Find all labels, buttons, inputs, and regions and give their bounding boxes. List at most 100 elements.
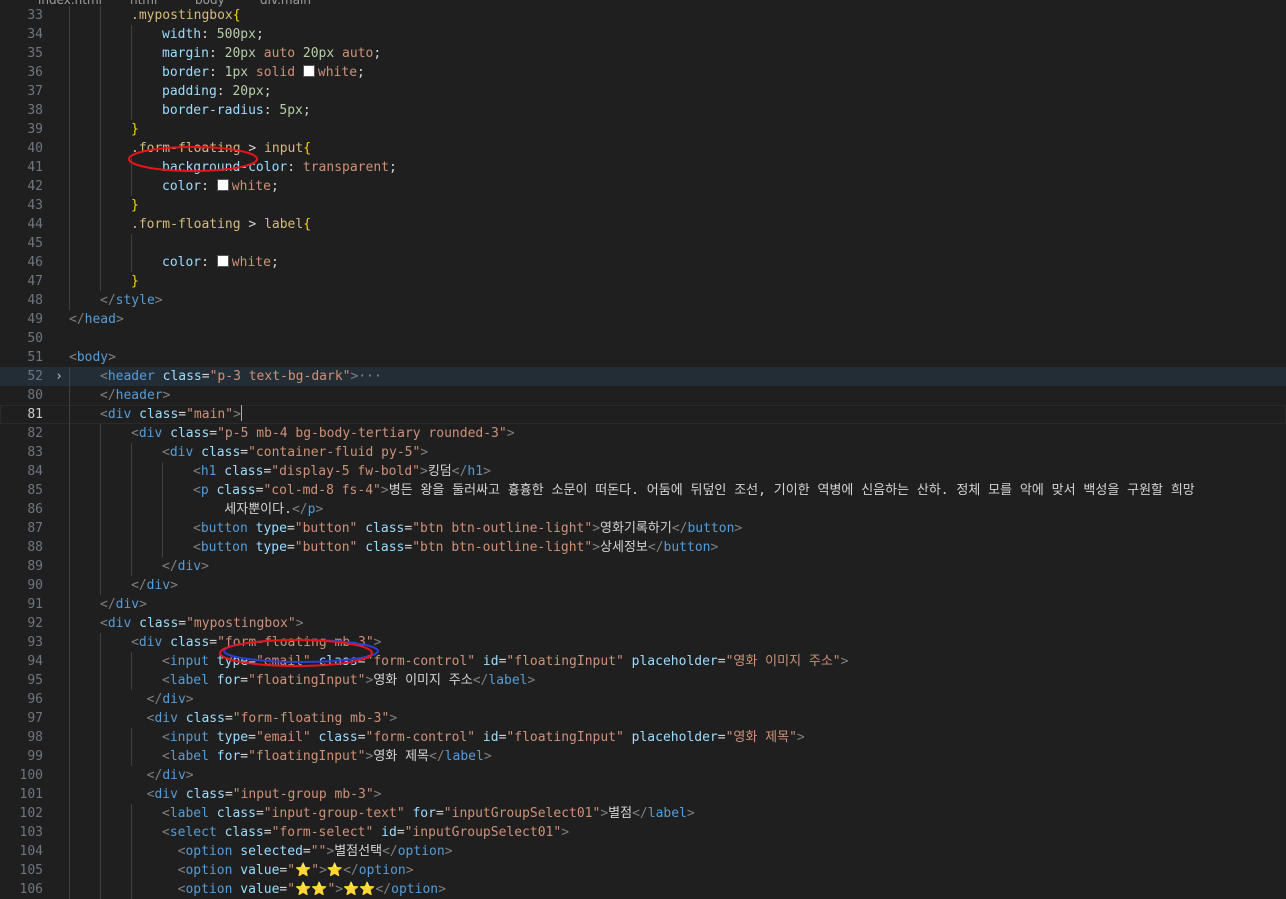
code-line[interactable]: 91 </div> [0, 595, 1286, 614]
code-token: = [717, 730, 726, 745]
code-line[interactable]: 38 border-radius: 5px; [0, 101, 1286, 120]
code-token: ; [270, 179, 279, 194]
line-number: 103 [19, 825, 43, 840]
code-line[interactable]: 101 <div class="input-group mb-3"> [0, 785, 1286, 804]
indent-guide [100, 158, 101, 177]
code-line[interactable]: 102 <label class="input-group-text" for="… [0, 804, 1286, 823]
code-token: "button" [294, 521, 358, 536]
code-line[interactable]: 80 </header> [0, 386, 1286, 405]
code-line[interactable]: 39} [0, 120, 1286, 139]
fold-chevron-icon[interactable]: › [52, 367, 66, 386]
code-line[interactable]: 50 [0, 329, 1286, 348]
indent-guide [69, 823, 70, 842]
code-text: <p class="col-md-8 fs-4">병든 왕을 둘러싸고 흉흉한 … [193, 481, 1195, 500]
code-line[interactable]: 94 <input type="email" class="form-contro… [0, 652, 1286, 671]
line-number: 46 [27, 255, 43, 270]
code-line[interactable]: 48 </style> [0, 291, 1286, 310]
code-token: "btn btn-outline-light" [412, 521, 593, 536]
code-token: div [162, 768, 186, 783]
line-number: 81 [27, 407, 43, 422]
code-token: = [263, 825, 272, 840]
code-token: 20px [302, 46, 335, 61]
code-token: class [216, 464, 264, 479]
code-line[interactable]: 44 .form-floating > label{ [0, 215, 1286, 234]
code-line[interactable]: 103 <select class="form-select" id="input… [0, 823, 1286, 842]
code-line[interactable]: 49 </head> [0, 310, 1286, 329]
code-token: class [177, 787, 225, 802]
line-number: 82 [27, 426, 43, 441]
code-line[interactable]: 47} [0, 272, 1286, 291]
code-token: = [178, 616, 187, 631]
code-line[interactable]: 87 <button type="button" class="btn btn-o… [0, 519, 1286, 538]
code-token: = [209, 426, 218, 441]
code-line[interactable]: 106 <option value="⭐⭐">⭐⭐</option> [0, 880, 1286, 899]
code-line[interactable]: 43} [0, 196, 1286, 215]
code-token: ; [302, 103, 311, 118]
code-token: > [796, 730, 805, 745]
indent-guide [131, 880, 132, 899]
code-token: > [108, 350, 116, 365]
code-line[interactable]: 86 세자뿐이다.</p> [0, 500, 1286, 519]
code-text: <div class="main"> [100, 405, 242, 424]
line-number: 99 [27, 749, 43, 764]
code-line[interactable]: 89 </div> [0, 557, 1286, 576]
indent-guide [100, 690, 101, 709]
code-line[interactable]: 104 <option selected="">별점선택</option> [0, 842, 1286, 861]
code-token: "form-select" [271, 825, 374, 840]
code-line[interactable]: 105 <option value="⭐">⭐</option> [0, 861, 1286, 880]
code-line[interactable]: 36 border: 1px solid white; [0, 63, 1286, 82]
code-line[interactable]: 84 <h1 class="display-5 fw-bold">킹덤</h1> [0, 462, 1286, 481]
code-token: > [592, 521, 601, 536]
code-line[interactable]: 46 color: white; [0, 253, 1286, 272]
code-token: </ [343, 863, 359, 878]
code-line[interactable]: 88 <button type="button" class="btn btn-o… [0, 538, 1286, 557]
code-token: selected [232, 844, 303, 859]
code-token: </ [131, 578, 147, 593]
code-token: = [240, 749, 249, 764]
code-text: width: 500px; [162, 25, 264, 44]
indent-guide [69, 6, 70, 25]
code-line[interactable]: 42 color: white; [0, 177, 1286, 196]
code-line[interactable]: 81 <div class="main"> [0, 405, 1286, 424]
code-line[interactable]: 92 <div class="mypostingbox"> [0, 614, 1286, 633]
code-line[interactable]: 41 background-color: transparent; [0, 158, 1286, 177]
code-line[interactable]: 95 <label for="floatingInput">영화 이미지 주소</… [0, 671, 1286, 690]
code-line[interactable]: 83 <div class="container-fluid py-5"> [0, 443, 1286, 462]
code-line[interactable]: 90 </div> [0, 576, 1286, 595]
code-token: } [131, 122, 139, 137]
collapsed-ellipsis-icon[interactable]: ··· [358, 369, 381, 384]
code-line[interactable]: 52 › <header class="p-3 text-bg-dark">··· [0, 367, 1286, 386]
code-line[interactable]: 98 <input type="email" class="form-contro… [0, 728, 1286, 747]
code-token: "input-group-text" [263, 806, 405, 821]
code-line[interactable]: 40 .form-floating > input{ [0, 139, 1286, 158]
color-swatch-icon[interactable] [216, 179, 229, 191]
code-editor[interactable]: 33 .mypostingbox{34 width: 500px; 35 margin:… [0, 6, 1286, 899]
code-line[interactable]: 37 padding: 20px; [0, 82, 1286, 101]
line-number: 96 [27, 692, 43, 707]
code-token: > [438, 882, 446, 897]
line-number: 106 [19, 882, 43, 897]
code-line[interactable]: 97 <div class="form-floating mb-3"> [0, 709, 1286, 728]
code-line[interactable]: 100 </div> [0, 766, 1286, 785]
code-line[interactable]: 35 margin: 20px auto 20px auto; [0, 44, 1286, 63]
code-line[interactable]: 33 .mypostingbox{ [0, 6, 1286, 25]
code-token: </ [146, 768, 163, 783]
code-text: <select class="form-select" id="inputGro… [162, 823, 569, 842]
code-line[interactable]: 93 <div class="form-floating mb-3"> [0, 633, 1286, 652]
code-line[interactable]: 99 <label for="floatingInput">영화 제목</labe… [0, 747, 1286, 766]
code-line[interactable]: 85 <p class="col-md-8 fs-4">병든 왕을 둘러싸고 흉흉… [0, 481, 1286, 500]
code-line[interactable]: 82 <div class="p-5 mb-4 bg-body-tertiary … [0, 424, 1286, 443]
color-swatch-icon[interactable] [216, 255, 229, 267]
code-token: > [139, 597, 147, 612]
line-number: 101 [19, 787, 43, 802]
code-token: > [710, 540, 719, 555]
code-line[interactable]: 34 width: 500px; [0, 25, 1286, 44]
code-token: < [162, 445, 170, 460]
code-line[interactable]: 45 [0, 234, 1286, 253]
code-line[interactable]: 96 </div> [0, 690, 1286, 709]
code-text: </div> [100, 595, 147, 614]
indent-guide [131, 557, 132, 576]
code-line[interactable]: 51 <body> [0, 348, 1286, 367]
color-swatch-icon[interactable] [302, 65, 315, 77]
